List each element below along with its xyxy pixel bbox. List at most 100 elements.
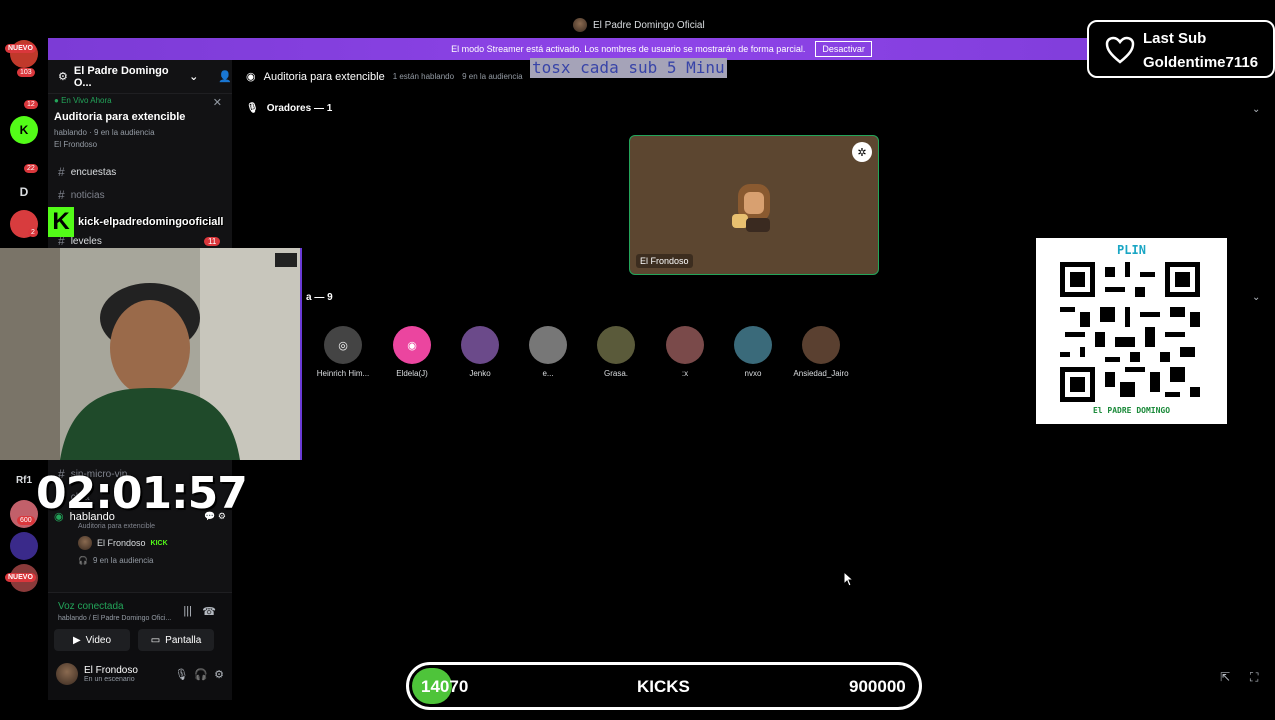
- audience-list: ◎ Heinrich Him... ◉ Eldela(J) Jenko e...…: [306, 326, 886, 386]
- audience-member[interactable]: ◉ Eldela(J): [377, 326, 447, 378]
- discord-icon: ◉: [393, 326, 431, 364]
- audience-member-name: Grasa.: [603, 369, 628, 378]
- unread-badge: 600: [17, 516, 35, 525]
- webcam-feed: [0, 248, 302, 460]
- headphones-icon[interactable]: 🎧: [194, 668, 208, 681]
- speaker-tile[interactable]: ✲ El Frondoso: [629, 135, 879, 275]
- screen-icon: ▭: [150, 634, 161, 646]
- window-title-text: El Padre Domingo Oficial: [593, 19, 705, 31]
- scrolling-text-overlay: tosx cada sub 5 Minu: [530, 58, 727, 78]
- stage-audience-count: 🎧 9 en la audiencia: [78, 556, 226, 565]
- audience-member-name: Jenko: [469, 369, 491, 378]
- server-icon[interactable]: [10, 532, 38, 560]
- live-stage-meta: hablando · 9 en la audiencia: [54, 128, 155, 137]
- voice-panel: Voz conectada hablando / El Padre Doming…: [48, 592, 232, 700]
- screen-share-button[interactable]: ▭ Pantalla: [138, 629, 214, 651]
- hash-icon: #: [58, 165, 65, 179]
- kick-goal-label: KICKS: [637, 677, 690, 696]
- audience-member-name: Ansiedad_Jairo: [793, 369, 849, 378]
- member-name: El Frondoso: [97, 538, 146, 548]
- mention-count: 11: [204, 236, 221, 246]
- channel-label: encuestas: [70, 166, 117, 178]
- last-sub-user: Goldentime7116: [1143, 54, 1259, 71]
- speakers-header[interactable]: 🎙 Oradores — 1: [246, 103, 332, 114]
- server-icon-d[interactable]: D: [10, 178, 38, 206]
- kick-logo-icon: K: [48, 207, 74, 237]
- audience-member[interactable]: nvxo: [718, 326, 788, 378]
- avatar: [597, 326, 635, 364]
- audience-member[interactable]: Ansiedad_Jairo: [786, 326, 856, 378]
- video-button[interactable]: ▶ Video: [54, 629, 130, 651]
- qr-title: PLIN: [1117, 243, 1146, 257]
- gear-icon[interactable]: ✲: [852, 142, 872, 162]
- avatar: [529, 326, 567, 364]
- qr-donation-card: PLIN El PADRE DOMINGO: [1036, 238, 1227, 424]
- channel-label: noticias: [70, 189, 105, 201]
- audience-member-name: :x: [681, 369, 689, 378]
- last-sub-widget: Last Sub Goldentime7116: [1087, 20, 1275, 78]
- user-name: El Frondoso: [84, 665, 138, 676]
- headphones-icon: 🎧: [78, 556, 88, 565]
- server-header[interactable]: ⚙ El Padre Domingo O... ⌄ 👤: [48, 60, 232, 94]
- qr-footer: El PADRE DOMINGO: [1092, 406, 1171, 415]
- server-icon-rfi[interactable]: Rf1: [10, 466, 38, 494]
- window-title: El Padre Domingo Oficial: [573, 18, 705, 32]
- stage-title: Auditoria para extencible: [263, 70, 385, 83]
- noise-suppression-icon[interactable]: |||: [183, 605, 192, 617]
- disable-streamer-mode-button[interactable]: Desactivar: [815, 41, 872, 57]
- server-avatar: [573, 18, 587, 32]
- audience-member[interactable]: e...: [513, 326, 583, 378]
- kick-tag: KICK: [150, 539, 168, 547]
- live-stage-name: Auditoria para extencible: [54, 111, 186, 123]
- speaking-count: 1 están hablando: [392, 72, 455, 81]
- fullscreen-icon[interactable]: ⛶: [1250, 670, 1258, 685]
- mic-icon[interactable]: 🎙: [174, 668, 188, 681]
- kick-server-icon[interactable]: K: [10, 116, 38, 144]
- add-member-icon[interactable]: 👤: [218, 70, 232, 83]
- chevron-down-icon[interactable]: ⌄: [1252, 292, 1260, 303]
- audience-member-name: nvxo: [744, 369, 762, 378]
- live-status: ● En Vivo Ahora: [54, 96, 112, 105]
- disconnect-icon[interactable]: ☎: [202, 605, 216, 618]
- close-icon[interactable]: ✕: [213, 96, 222, 109]
- audience-member[interactable]: Grasa.: [581, 326, 651, 378]
- avatar: [666, 326, 704, 364]
- channel-noticias[interactable]: # noticias: [58, 186, 105, 204]
- avatar: [56, 663, 78, 685]
- kick-channel-name: kick-elpadredomingooficiall: [78, 216, 224, 228]
- audience-header-label: a — 9: [306, 292, 333, 303]
- audience-member[interactable]: ◎ Heinrich Him...: [308, 326, 378, 378]
- audience-member-name: Eldela(J): [396, 369, 428, 378]
- webcam-image: [0, 248, 300, 460]
- kick-goal-current: 14070: [421, 677, 469, 696]
- new-badge: NUEVO: [5, 44, 36, 53]
- stage-member[interactable]: El Frondoso KICK: [78, 536, 226, 550]
- popout-icon[interactable]: ⇱: [1220, 670, 1230, 684]
- kick-goal-target: 900000: [849, 677, 906, 696]
- video-icon: ▶: [72, 634, 81, 646]
- avatar: [802, 326, 840, 364]
- unread-badge: 103: [17, 68, 35, 77]
- audience-member-name: e...: [542, 369, 554, 378]
- chevron-down-icon[interactable]: ⌄: [1252, 104, 1260, 115]
- banner-text: El modo Streamer está activado. Los nomb…: [451, 44, 806, 54]
- stream-timer: 02:01:57: [36, 468, 248, 519]
- audience-member-name: Heinrich Him...: [316, 369, 370, 378]
- live-stage-card[interactable]: ● En Vivo Ahora ✕ Auditoria para extenci…: [54, 96, 226, 162]
- audience-member[interactable]: Jenko: [445, 326, 515, 378]
- speaker-name: El Frondoso: [636, 254, 693, 268]
- user-panel[interactable]: El Frondoso En un escenario 🎙 🎧 ⚙: [56, 659, 224, 689]
- channel-encuestas[interactable]: # encuestas: [58, 163, 116, 181]
- gear-icon[interactable]: ⚙: [214, 668, 224, 681]
- mouse-cursor-icon: [843, 571, 855, 587]
- avatar: [734, 326, 772, 364]
- audience-header[interactable]: a — 9: [306, 292, 333, 303]
- chevron-down-icon: ⌄: [189, 71, 199, 83]
- server-settings-icon: ⚙: [58, 71, 68, 83]
- mic-icon: 🎙: [246, 103, 259, 114]
- speaker-avatar: [732, 184, 770, 232]
- video-button-label: Video: [85, 634, 112, 646]
- qr-code-icon: [1060, 262, 1200, 402]
- audience-member[interactable]: :x: [650, 326, 720, 378]
- voice-location: hablando / El Padre Domingo Ofici...: [58, 615, 172, 622]
